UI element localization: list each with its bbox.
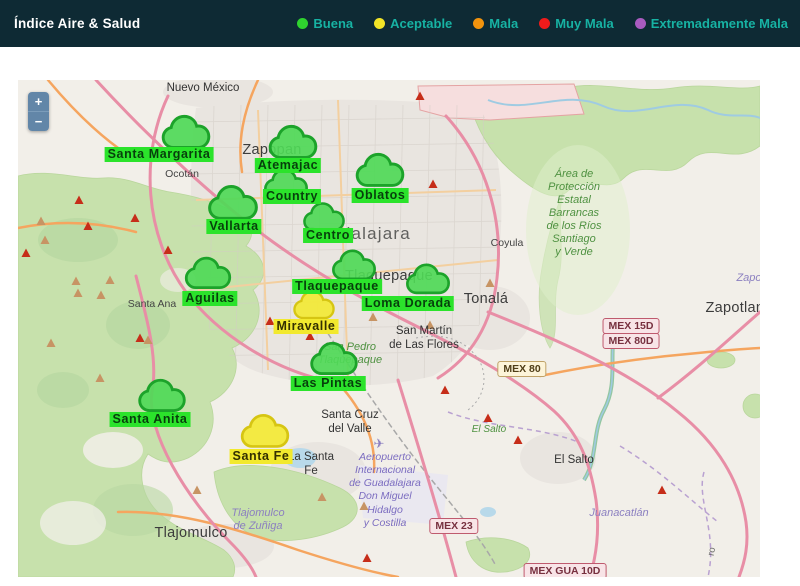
legend-dot-icon bbox=[374, 18, 386, 29]
legend-dot-icon bbox=[634, 18, 646, 29]
map-label-coyula: Coyula bbox=[490, 237, 524, 249]
station-cloud-icon-tlaquepaque[interactable] bbox=[328, 245, 380, 283]
map-label-: ✈ bbox=[373, 436, 385, 451]
legend-label: Muy Mala bbox=[555, 16, 614, 31]
map-label-zapo: Zapo bbox=[736, 272, 760, 284]
road-shield-mex-15d: MEX 15D bbox=[602, 318, 660, 334]
zoom-out-button[interactable]: − bbox=[28, 111, 49, 131]
station-cloud-icon-atemajac[interactable] bbox=[262, 120, 324, 162]
station-cloud-icon-santa-anita[interactable] bbox=[135, 374, 189, 415]
legend-label: Aceptable bbox=[390, 16, 453, 31]
station-label-santa-margarita[interactable]: Santa Margarita bbox=[104, 147, 214, 162]
legend-label: Mala bbox=[489, 16, 519, 31]
legend-item-mala: Mala bbox=[473, 16, 518, 31]
station-cloud-icon-santa-margarita[interactable] bbox=[156, 110, 216, 152]
aqi-legend: Buena Aceptable Mala Muy Mala Extremadamente… bbox=[297, 16, 788, 31]
legend-item-muy-mala: Muy Mala bbox=[539, 16, 614, 31]
legend-dot-icon bbox=[473, 18, 485, 29]
station-label-centro[interactable]: Centro bbox=[303, 228, 353, 243]
road-shield-mex-23: MEX 23 bbox=[429, 518, 479, 534]
map-label-santa-ana: Santa Ana bbox=[127, 298, 177, 310]
map-label-el-salto: El Salto bbox=[554, 454, 594, 466]
military-area bbox=[417, 83, 585, 121]
station-cloud-icon-oblatos[interactable] bbox=[351, 148, 409, 190]
map-label-san-martin: San Martín de Las Flores bbox=[389, 325, 459, 351]
map-label-juanacatlan: Juanacatlán bbox=[589, 507, 649, 519]
map-label-santa-cruz: Santa Cruz del Valle bbox=[321, 409, 379, 435]
station-label-las-pintas[interactable]: Las Pintas bbox=[290, 376, 366, 391]
station-cloud-icon-loma-dorada[interactable] bbox=[400, 259, 456, 297]
station-cloud-icon-vallarta[interactable] bbox=[203, 180, 263, 223]
station-label-miravalle[interactable]: Miravalle bbox=[273, 319, 339, 334]
legend-dot-icon bbox=[539, 18, 551, 29]
zoom-in-button[interactable]: + bbox=[28, 92, 49, 111]
station-label-atemajac[interactable]: Atemajac bbox=[254, 158, 322, 173]
map-label-zapotlanejo: Zapotlanejo bbox=[705, 300, 760, 316]
map-canvas[interactable]: Nuevo MéxicoZapopanOcotánSanta AnaGuadal… bbox=[18, 80, 760, 577]
road-shield-mex-80: MEX 80 bbox=[497, 361, 547, 377]
station-label-oblatos[interactable]: Oblatos bbox=[351, 188, 409, 203]
station-cloud-icon-aguilas[interactable] bbox=[183, 252, 233, 292]
map-label-area-de: Área de Protección Estatal Barrancas de … bbox=[546, 168, 602, 258]
station-label-aguilas[interactable]: Aguilas bbox=[182, 291, 238, 306]
station-label-santa-anita[interactable]: Santa Anita bbox=[109, 412, 191, 427]
map-label-tlajomulco: Tlajomulco bbox=[154, 525, 228, 541]
map-label-nuevo-mexico: Nuevo México bbox=[166, 82, 240, 94]
map-label-aeropuerto: Aeropuerto Internacional de Guadalajara … bbox=[349, 451, 421, 529]
map-label-el-salto: El Salto bbox=[471, 424, 507, 435]
station-cloud-icon-santa-fe[interactable] bbox=[236, 409, 294, 451]
header: Índice Aire & Salud Buena Aceptable Mala Mu… bbox=[0, 0, 800, 47]
station-label-loma-dorada[interactable]: Loma Dorada bbox=[361, 296, 455, 311]
station-cloud-icon-las-pintas[interactable] bbox=[305, 337, 363, 378]
zoom-control: + − bbox=[28, 92, 49, 131]
legend-item-buena: Buena bbox=[297, 16, 353, 31]
station-label-tlaquepaque[interactable]: Tlaquepaque bbox=[292, 279, 382, 294]
app-title: Índice Aire & Salud bbox=[14, 16, 141, 31]
station-label-santa-fe[interactable]: Santa Fe bbox=[229, 449, 293, 464]
legend-label: Extremadamente Mala bbox=[650, 16, 788, 31]
legend-dot-icon bbox=[297, 18, 309, 29]
legend-item-aceptable: Aceptable bbox=[374, 16, 452, 31]
station-label-country[interactable]: Country bbox=[262, 189, 322, 204]
station-label-vallarta[interactable]: Vallarta bbox=[206, 219, 262, 234]
map-label-tonala: Tonalá bbox=[463, 291, 509, 307]
road-shield-mex-80d: MEX 80D bbox=[602, 333, 660, 349]
map-label-tlajomulco: Tlajomulco de Zuñiga bbox=[231, 507, 285, 532]
map-label-ocotan: Ocotán bbox=[165, 168, 199, 180]
legend-label: Buena bbox=[313, 16, 354, 31]
legend-item-extremadamente-mala: Extremadamente Mala bbox=[634, 16, 788, 31]
road-shield-mex-gua-10d: MEX GUA 10D bbox=[523, 563, 607, 577]
map-label-la-santa: La Santa Fe bbox=[287, 451, 335, 477]
